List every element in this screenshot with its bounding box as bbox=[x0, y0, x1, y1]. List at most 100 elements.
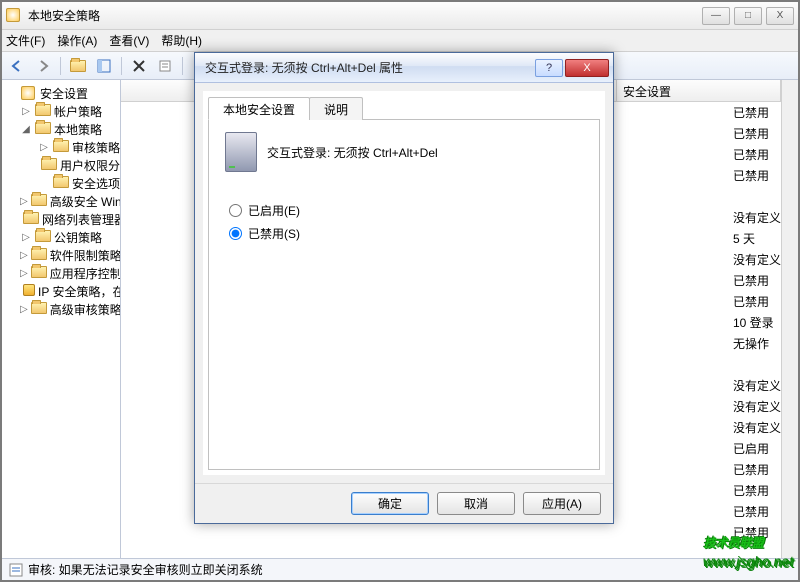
tree-expander-icon[interactable]: ▷ bbox=[20, 232, 32, 243]
list-cell-setting: 没有定义 bbox=[733, 377, 781, 394]
folder-icon bbox=[53, 140, 69, 154]
tree-item[interactable]: 安全选项 bbox=[2, 174, 120, 192]
show-hide-tree-button[interactable] bbox=[93, 55, 115, 77]
menu-file[interactable]: 文件(F) bbox=[6, 32, 45, 49]
list-cell-setting: 已禁用 bbox=[733, 146, 769, 163]
policy-icon bbox=[225, 132, 257, 172]
tree-expander-icon[interactable]: ▷ bbox=[20, 196, 28, 207]
tree-item[interactable]: ▷ 审核策略 bbox=[2, 138, 120, 156]
tree-expander-icon[interactable]: ◢ bbox=[20, 124, 32, 135]
folder-icon bbox=[41, 158, 57, 172]
list-cell-setting: 无操作 bbox=[733, 335, 769, 352]
close-button[interactable]: X bbox=[766, 7, 794, 25]
list-cell-setting: 没有定义 bbox=[733, 209, 781, 226]
dialog-tab-content: 交互式登录: 无须按 Ctrl+Alt+Del 已启用(E) 已禁用(S) bbox=[208, 120, 600, 470]
radio-enabled-row[interactable]: 已启用(E) bbox=[229, 202, 579, 219]
radio-disabled[interactable] bbox=[229, 227, 242, 240]
menubar: 文件(F) 操作(A) 查看(V) 帮助(H) bbox=[2, 30, 798, 52]
tree-expander-icon[interactable]: ▷ bbox=[20, 268, 28, 279]
radio-disabled-label: 已禁用(S) bbox=[248, 225, 300, 242]
radio-enabled[interactable] bbox=[229, 204, 242, 217]
tree-item[interactable]: ▷ 高级审核策略配置 bbox=[2, 300, 120, 318]
tree-root-label: 安全设置 bbox=[40, 85, 88, 102]
scrollbar[interactable] bbox=[781, 80, 798, 558]
dialog-close-button[interactable]: X bbox=[565, 59, 609, 77]
ok-button[interactable]: 确定 bbox=[351, 492, 429, 515]
tree-item[interactable]: 用户权限分配 bbox=[2, 156, 120, 174]
tree-item-label: 高级安全 Windows 防火墙 bbox=[50, 193, 121, 210]
tree-item[interactable]: ▷ 公钥策略 bbox=[2, 228, 120, 246]
tab-explain[interactable]: 说明 bbox=[309, 97, 363, 120]
folder-icon bbox=[31, 248, 47, 262]
tree-expander-icon[interactable]: ▷ bbox=[20, 250, 28, 261]
tree-item-label: 用户权限分配 bbox=[60, 157, 121, 174]
apply-button[interactable]: 应用(A) bbox=[523, 492, 601, 515]
list-cell-setting: 没有定义 bbox=[733, 398, 781, 415]
tree-item-label: 审核策略 bbox=[72, 139, 120, 156]
folder-icon bbox=[53, 176, 69, 190]
list-cell-setting: 没有定义 bbox=[733, 251, 781, 268]
up-button[interactable] bbox=[67, 55, 89, 77]
list-cell-setting: 5 天 bbox=[733, 230, 755, 247]
tree-item-label: 应用程序控制策略 bbox=[50, 265, 121, 282]
menu-action[interactable]: 操作(A) bbox=[57, 32, 97, 49]
status-text: 审核: 如果无法记录安全审核则立即关闭系统 bbox=[28, 561, 263, 578]
list-cell-setting: 已禁用 bbox=[733, 167, 769, 184]
properties-dialog: 交互式登录: 无须按 Ctrl+Alt+Del 属性 ? X 本地安全设置 说明… bbox=[194, 52, 614, 524]
tree-item[interactable]: ▷ 高级安全 Windows 防火墙 bbox=[2, 192, 120, 210]
back-button[interactable] bbox=[6, 55, 28, 77]
folder-icon bbox=[35, 122, 51, 136]
tree-expander-icon[interactable]: ▷ bbox=[38, 142, 50, 153]
tree-item[interactable]: 网络列表管理器策略 bbox=[2, 210, 120, 228]
maximize-button[interactable]: □ bbox=[734, 7, 762, 25]
list-cell-setting: 10 登录 bbox=[733, 314, 774, 331]
folder-icon bbox=[31, 194, 47, 208]
delete-button[interactable] bbox=[128, 55, 150, 77]
menu-help[interactable]: 帮助(H) bbox=[161, 32, 202, 49]
tree-root[interactable]: 安全设置 bbox=[2, 84, 120, 102]
tree-item-label: IP 安全策略，在 本地计算机 bbox=[38, 283, 121, 300]
tree-item[interactable]: ▷ 帐户策略 bbox=[2, 102, 120, 120]
minimize-button[interactable]: — bbox=[702, 7, 730, 25]
window-controls: — □ X bbox=[702, 7, 794, 25]
tree-item-label: 本地策略 bbox=[54, 121, 102, 138]
tree-item-label: 公钥策略 bbox=[54, 229, 102, 246]
tree-item-label: 软件限制策略 bbox=[50, 247, 121, 264]
radio-enabled-label: 已启用(E) bbox=[248, 202, 300, 219]
folder-icon bbox=[35, 104, 51, 118]
lock-icon bbox=[23, 284, 35, 298]
tree-item[interactable]: ▷ 应用程序控制策略 bbox=[2, 264, 120, 282]
forward-button[interactable] bbox=[32, 55, 54, 77]
list-cell-setting: 已禁用 bbox=[733, 125, 769, 142]
tree-item-label: 网络列表管理器策略 bbox=[42, 211, 121, 228]
tab-local-security[interactable]: 本地安全设置 bbox=[208, 97, 310, 120]
list-row[interactable]: 已禁用 bbox=[121, 522, 781, 543]
properties-button[interactable] bbox=[154, 55, 176, 77]
tree-expander-icon[interactable]: ▷ bbox=[20, 304, 28, 315]
tree-item[interactable]: ▷ 软件限制策略 bbox=[2, 246, 120, 264]
main-titlebar: 本地安全策略 — □ X bbox=[2, 2, 798, 30]
radio-disabled-row[interactable]: 已禁用(S) bbox=[229, 225, 579, 242]
list-cell-setting: 已禁用 bbox=[733, 461, 769, 478]
cancel-button[interactable]: 取消 bbox=[437, 492, 515, 515]
app-icon bbox=[6, 8, 22, 24]
list-cell-setting: 已禁用 bbox=[733, 524, 769, 541]
tree-item-label: 高级审核策略配置 bbox=[50, 301, 121, 318]
folder-icon bbox=[31, 302, 47, 316]
tree-pane[interactable]: 安全设置 ▷ 帐户策略 ◢ 本地策略 ▷ 审核策略用户权限分配安全选项 ▷ 高级安全 Wind… bbox=[2, 80, 121, 558]
list-col-setting[interactable]: 安全设置 bbox=[617, 80, 781, 101]
status-icon bbox=[8, 562, 24, 578]
tree-item[interactable]: ◢ 本地策略 bbox=[2, 120, 120, 138]
menu-view[interactable]: 查看(V) bbox=[109, 32, 149, 49]
tree-expander-icon[interactable]: ▷ bbox=[20, 106, 32, 117]
folder-icon bbox=[23, 212, 39, 226]
list-cell-setting: 已禁用 bbox=[733, 104, 769, 121]
dialog-help-button[interactable]: ? bbox=[535, 59, 563, 77]
list-cell-setting: 没有定义 bbox=[733, 419, 781, 436]
tree-item[interactable]: IP 安全策略，在 本地计算机 bbox=[2, 282, 120, 300]
dialog-title: 交互式登录: 无须按 Ctrl+Alt+Del 属性 bbox=[205, 59, 535, 76]
statusbar: 审核: 如果无法记录安全审核则立即关闭系统 bbox=[2, 558, 798, 580]
window-title: 本地安全策略 bbox=[28, 7, 702, 24]
dialog-titlebar: 交互式登录: 无须按 Ctrl+Alt+Del 属性 ? X bbox=[195, 53, 613, 83]
tree-item-label: 帐户策略 bbox=[54, 103, 102, 120]
